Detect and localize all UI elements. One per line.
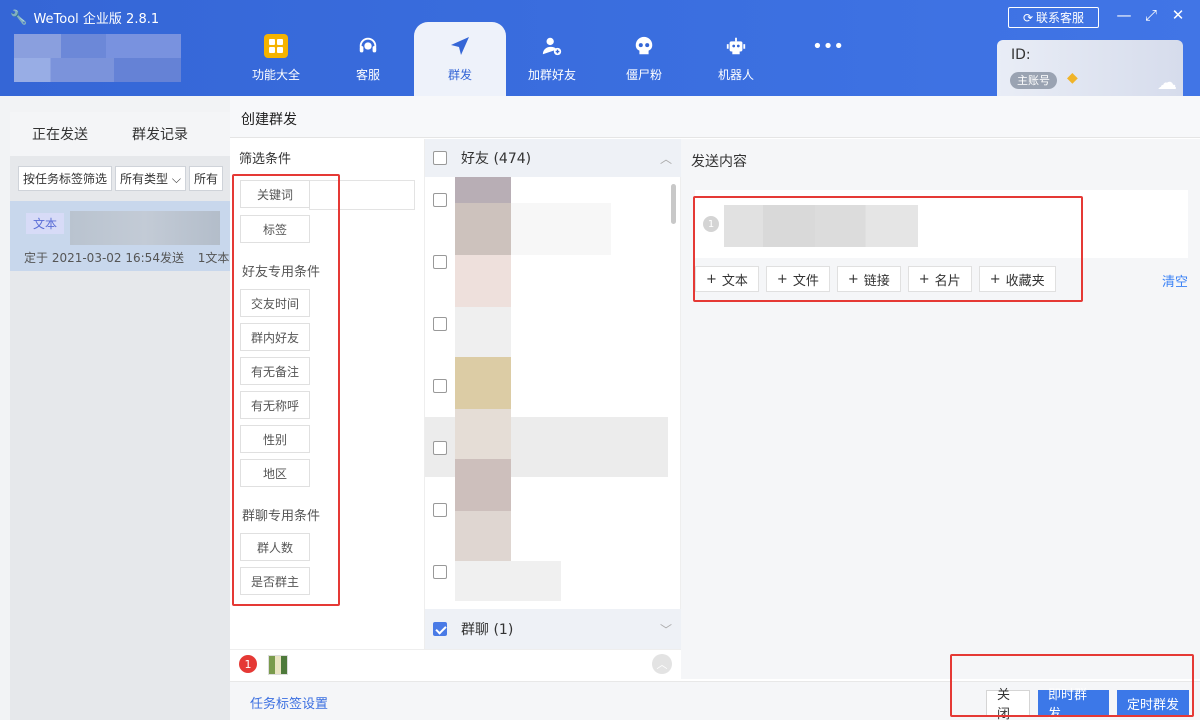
- add-user-icon: [540, 34, 564, 58]
- main-nav: 功能大全 客服 群发 加群好友 僵尸粉 机器人 •••: [230, 22, 874, 96]
- cloud-icon: ☁: [1157, 70, 1177, 94]
- nav-item-more[interactable]: •••: [782, 22, 874, 96]
- contact-checkbox[interactable]: [433, 503, 447, 517]
- diamond-icon: ◆: [1067, 70, 1078, 86]
- friends-header[interactable]: 好友 (474) ︿: [425, 139, 682, 177]
- task-tag-settings-link[interactable]: 任务标签设置: [250, 693, 328, 712]
- contact-support-button[interactable]: ⟳ 联系客服: [1008, 7, 1099, 28]
- highlight-box-content: [693, 196, 1083, 302]
- friends-select-all-checkbox[interactable]: [433, 151, 447, 165]
- nav-label: 群发: [447, 68, 472, 82]
- highlight-box-filters: [232, 174, 340, 606]
- create-mass-send-dialog: 创建群发 筛选条件 关键词 标签 好友专用条件 交友时间 群内好友 有无备注 有…: [230, 96, 1200, 720]
- more-icon: •••: [812, 35, 844, 57]
- task-tag-filter[interactable]: 按任务标签筛选: [18, 166, 113, 191]
- contact-list-panel: 好友 (474) ︿ 群聊 (1) ﹀: [424, 139, 682, 679]
- contact-checkbox[interactable]: [433, 317, 447, 331]
- account-id-label: ID:: [1011, 47, 1031, 63]
- groups-label: 群聊 (1): [461, 622, 514, 638]
- notification-count-badge: 1: [239, 655, 257, 673]
- robot-icon: [724, 34, 748, 58]
- groups-select-all-checkbox[interactable]: [433, 622, 447, 636]
- contact-support-label: 联系客服: [1036, 11, 1085, 25]
- chevron-down-icon[interactable]: ﹀: [660, 621, 672, 638]
- blurred-avatar: [455, 459, 511, 511]
- maximize-button[interactable]: ⤢: [1141, 6, 1161, 24]
- expand-up-icon[interactable]: ︿: [652, 654, 672, 674]
- skull-icon: [632, 34, 656, 58]
- dialog-title: 创建群发: [241, 112, 297, 128]
- blurred-avatar: [455, 307, 511, 357]
- grid-icon: [264, 34, 288, 58]
- blurred-avatar: [455, 255, 511, 307]
- send-icon: [448, 34, 472, 58]
- filter-title: 筛选条件: [239, 152, 292, 167]
- status-filter-select[interactable]: 所有: [188, 166, 223, 191]
- wrench-icon: 🔧: [10, 9, 28, 26]
- nav-label: 加群好友: [527, 68, 576, 82]
- app-title-text: WeTool 企业版 2.8.1: [33, 12, 160, 27]
- contact-checkbox[interactable]: [433, 255, 447, 269]
- blurred-avatar: [455, 409, 511, 459]
- list-scrollbar[interactable]: [671, 184, 676, 224]
- top-bar: 🔧 WeTool 企业版 2.8.1 功能大全 客服 群发 加群好友 僵尸粉 机…: [0, 0, 1200, 96]
- nav-item-add-group-friends[interactable]: 加群好友: [506, 22, 598, 96]
- headset-icon: [356, 34, 380, 58]
- blurred-avatar: [455, 203, 511, 255]
- refresh-icon: ⟳: [1022, 10, 1034, 25]
- close-window-button[interactable]: ✕: [1168, 6, 1188, 24]
- nav-item-zombie-fans[interactable]: 僵尸粉: [598, 22, 690, 96]
- chevron-up-icon[interactable]: ︿: [660, 150, 672, 167]
- clear-content-link[interactable]: 清空: [1162, 271, 1188, 290]
- minimize-button[interactable]: —: [1114, 6, 1134, 24]
- account-type-badge: 主账号: [1010, 72, 1057, 89]
- selection-strip: [230, 649, 681, 681]
- groups-header[interactable]: 群聊 (1) ﹀: [425, 609, 682, 649]
- nav-item-features[interactable]: 功能大全: [230, 22, 322, 96]
- nav-label: 客服: [355, 68, 380, 82]
- blurred-name: [511, 203, 611, 255]
- contact-checkbox[interactable]: [433, 379, 447, 393]
- friends-label: 好友 (474): [461, 151, 532, 167]
- selected-group-avatar: [268, 655, 288, 675]
- nav-item-customer-service[interactable]: 客服: [322, 22, 414, 96]
- task-type-tag: 文本: [26, 213, 65, 234]
- nav-item-mass-send[interactable]: 群发: [414, 22, 506, 96]
- nav-label: 机器人: [717, 68, 754, 82]
- blurred-avatar: [455, 357, 511, 409]
- blurred-avatar: [455, 511, 511, 561]
- blurred-avatar: [455, 177, 511, 203]
- app-title: 🔧 WeTool 企业版 2.8.1: [10, 8, 160, 28]
- task-meta: 定于 2021-03-02 16:54发送 1文本: [24, 249, 229, 266]
- dialog-header: 创建群发: [230, 96, 1200, 138]
- blurred-profile-logo: [14, 34, 181, 82]
- background-filters: 按任务标签筛选 所有类型 ⌵ 所有: [18, 166, 223, 191]
- task-schedule-text: 定于 2021-03-02 16:54发送: [24, 251, 184, 265]
- nav-item-robot[interactable]: 机器人: [690, 22, 782, 96]
- task-list-item[interactable]: 文本 定于 2021-03-02 16:54发送 1文本: [10, 201, 230, 271]
- contact-checkbox[interactable]: [433, 565, 447, 579]
- background-tabs: 正在发送 群发记录: [10, 112, 230, 156]
- contact-checkbox[interactable]: [433, 441, 447, 455]
- task-count-text: 1文本: [197, 251, 230, 265]
- highlight-box-actions: [950, 654, 1194, 717]
- blurred-avatar: [455, 561, 561, 601]
- account-card[interactable]: ID: 主账号 ◆ ☁: [997, 40, 1183, 96]
- blurred-task-name: [70, 211, 220, 245]
- send-content-title: 发送内容: [691, 154, 747, 170]
- tab-send-records[interactable]: 群发记录: [110, 124, 210, 144]
- tab-sending[interactable]: 正在发送: [10, 124, 110, 144]
- contact-checkbox[interactable]: [433, 193, 447, 207]
- type-filter-select[interactable]: 所有类型 ⌵: [115, 166, 186, 191]
- nav-label: 功能大全: [251, 68, 300, 82]
- nav-label: 僵尸粉: [625, 68, 662, 82]
